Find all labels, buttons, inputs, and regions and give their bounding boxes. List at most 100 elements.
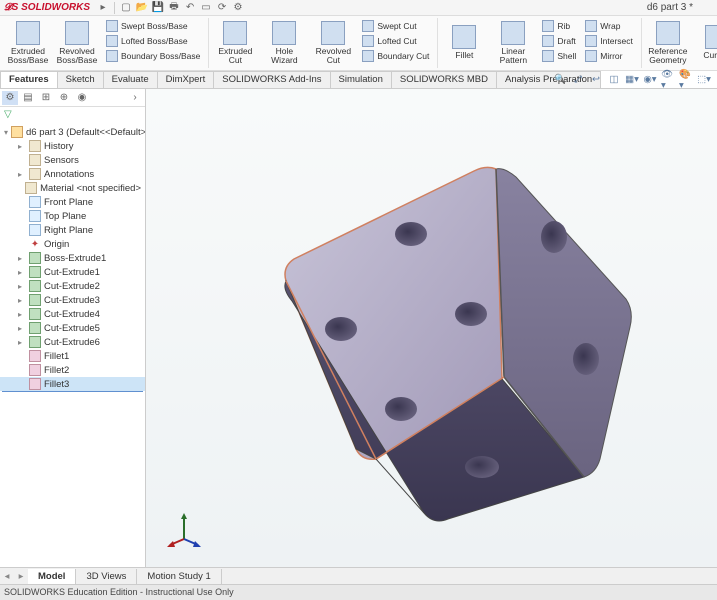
tree-root-part[interactable]: ▾ d6 part 3 (Default<<Default>_Display — [0, 125, 145, 139]
options-icon[interactable]: ⚙ — [231, 1, 245, 15]
tree-tab-feature-icon[interactable]: ⚙ — [2, 91, 18, 105]
lofted-cut-button[interactable]: Lofted Cut — [359, 34, 432, 48]
revolved-cut-button[interactable]: Revolved Cut — [309, 18, 357, 68]
tree-item[interactable]: Fillet1 — [0, 349, 145, 363]
tree-item[interactable]: ▸History — [0, 139, 145, 153]
tab-dimxpert[interactable]: DimXpert — [157, 71, 215, 88]
3d-viewport[interactable] — [146, 89, 717, 567]
part-icon — [11, 126, 23, 138]
view-triad-icon[interactable] — [166, 511, 202, 547]
bottom-tab-3d-views[interactable]: 3D Views — [76, 569, 137, 584]
tree-item[interactable]: Fillet3 — [0, 377, 145, 391]
open-icon[interactable]: 📂 — [135, 1, 149, 15]
tree-expand-icon[interactable]: › — [127, 91, 143, 105]
tab-evaluate[interactable]: Evaluate — [103, 71, 158, 88]
display-style-icon[interactable]: ◉▾ — [643, 73, 657, 87]
tree-item-label: Cut-Extrude3 — [44, 295, 100, 306]
boundary-boss-button[interactable]: Boundary Boss/Base — [103, 49, 203, 63]
extruded-cut-button[interactable]: Extruded Cut — [211, 18, 259, 68]
draft-button[interactable]: Draft — [539, 34, 579, 48]
tree-item[interactable]: ▸Annotations — [0, 167, 145, 181]
tree-item-label: Cut-Extrude1 — [44, 267, 100, 278]
tree-rollback-bar[interactable] — [2, 391, 143, 392]
ref-geometry-button[interactable]: Reference Geometry — [644, 18, 692, 68]
boundary-cut-button[interactable]: Boundary Cut — [359, 49, 432, 63]
scene-icon[interactable]: ⬚▾ — [697, 73, 711, 87]
fillet-button[interactable]: Fillet — [440, 18, 488, 68]
tree-item[interactable]: Fillet2 — [0, 363, 145, 377]
mirror-button[interactable]: Mirror — [582, 49, 636, 63]
feat-icon — [29, 294, 41, 306]
tree-item-label: Cut-Extrude4 — [44, 309, 100, 320]
tree-tab-display-icon[interactable]: ◉ — [74, 91, 90, 105]
swept-boss-button[interactable]: Swept Boss/Base — [103, 19, 203, 33]
tree-item[interactable]: ▸Cut-Extrude2 — [0, 279, 145, 293]
section-view-icon[interactable]: ◫ — [607, 73, 621, 87]
tree-item[interactable]: ▸Boss-Extrude1 — [0, 251, 145, 265]
tree-item[interactable]: ▸Cut-Extrude6 — [0, 335, 145, 349]
dropdown-icon[interactable]: ▸ — [96, 1, 110, 15]
rib-button[interactable]: Rib — [539, 19, 579, 33]
bottom-tab-model[interactable]: Model — [28, 569, 76, 584]
app-logo: 𝓓S SOLIDWORKS — [4, 2, 90, 13]
tree-item[interactable]: Material <not specified> — [0, 181, 145, 195]
tree-item-label: Material <not specified> — [40, 183, 141, 194]
zoom-area-icon[interactable]: ⤢ — [571, 73, 585, 87]
tree-item-label: Sensors — [44, 155, 79, 166]
rebuild-icon[interactable]: ⟳ — [215, 1, 229, 15]
tab-features[interactable]: Features — [0, 71, 58, 88]
tree-item[interactable]: ▸Cut-Extrude4 — [0, 307, 145, 321]
extruded-boss-button[interactable]: Extruded Boss/Base — [4, 18, 52, 68]
view-orient-icon[interactable]: ▦▾ — [625, 73, 639, 87]
feat-icon — [29, 322, 41, 334]
tree-item[interactable]: Right Plane — [0, 223, 145, 237]
select-icon[interactable]: ▭ — [199, 1, 213, 15]
hole-wizard-button[interactable]: Hole Wizard — [260, 18, 308, 68]
scroll-left-icon[interactable]: ◂ — [0, 571, 14, 582]
wrap-button[interactable]: Wrap — [582, 19, 636, 33]
scroll-right-icon[interactable]: ▸ — [14, 571, 28, 582]
tree-tab-config-icon[interactable]: ⊞ — [38, 91, 54, 105]
zoom-fit-icon[interactable]: 🔍 — [553, 73, 567, 87]
tree-item[interactable]: ▸Cut-Extrude5 — [0, 321, 145, 335]
tree-filter[interactable]: ▽ — [0, 107, 145, 123]
tree-item-label: Fillet1 — [44, 351, 69, 362]
tree-item-label: History — [44, 141, 74, 152]
tree-item[interactable]: Top Plane — [0, 209, 145, 223]
bottom-tab-motion-study[interactable]: Motion Study 1 — [137, 569, 221, 584]
tree-item[interactable]: Front Plane — [0, 195, 145, 209]
save-icon[interactable]: 💾 — [151, 1, 165, 15]
swept-cut-button[interactable]: Swept Cut — [359, 19, 432, 33]
tab-sketch[interactable]: Sketch — [57, 71, 104, 88]
intersect-button[interactable]: Intersect — [582, 34, 636, 48]
prev-view-icon[interactable]: ↩ — [589, 73, 603, 87]
shell-button[interactable]: Shell — [539, 49, 579, 63]
tab-addins[interactable]: SOLIDWORKS Add-Ins — [213, 71, 330, 88]
undo-icon[interactable]: ↶ — [183, 1, 197, 15]
plane-icon — [29, 196, 41, 208]
tree-item-label: Fillet2 — [44, 365, 69, 376]
hide-show-icon[interactable]: 👁▾ — [661, 73, 675, 87]
tree-item[interactable]: ✦Origin — [0, 237, 145, 251]
print-icon[interactable]: 🖶 — [167, 1, 181, 15]
tree-item[interactable]: ▸Cut-Extrude1 — [0, 265, 145, 279]
tab-mbd[interactable]: SOLIDWORKS MBD — [391, 71, 497, 88]
curves-button[interactable]: Curves — [693, 18, 717, 68]
tree-item[interactable]: ▸Cut-Extrude3 — [0, 293, 145, 307]
tree-tab-property-icon[interactable]: ▤ — [20, 91, 36, 105]
feat-icon — [29, 308, 41, 320]
appearance-icon[interactable]: 🎨▾ — [679, 73, 693, 87]
origin-icon: ✦ — [29, 238, 41, 250]
tree-tab-dimxpert-icon[interactable]: ⊕ — [56, 91, 72, 105]
tree-item[interactable]: Sensors — [0, 153, 145, 167]
revolved-boss-button[interactable]: Revolved Boss/Base — [53, 18, 101, 68]
new-icon[interactable]: ▢ — [119, 1, 133, 15]
die-model — [186, 129, 646, 549]
linear-pattern-button[interactable]: Linear Pattern — [489, 18, 537, 68]
lofted-boss-button[interactable]: Lofted Boss/Base — [103, 34, 203, 48]
feat-icon — [29, 280, 41, 292]
status-text: SOLIDWORKS Education Edition - Instructi… — [4, 587, 234, 597]
folder-icon — [25, 182, 37, 194]
tab-simulation[interactable]: Simulation — [330, 71, 392, 88]
folder-icon — [29, 168, 41, 180]
